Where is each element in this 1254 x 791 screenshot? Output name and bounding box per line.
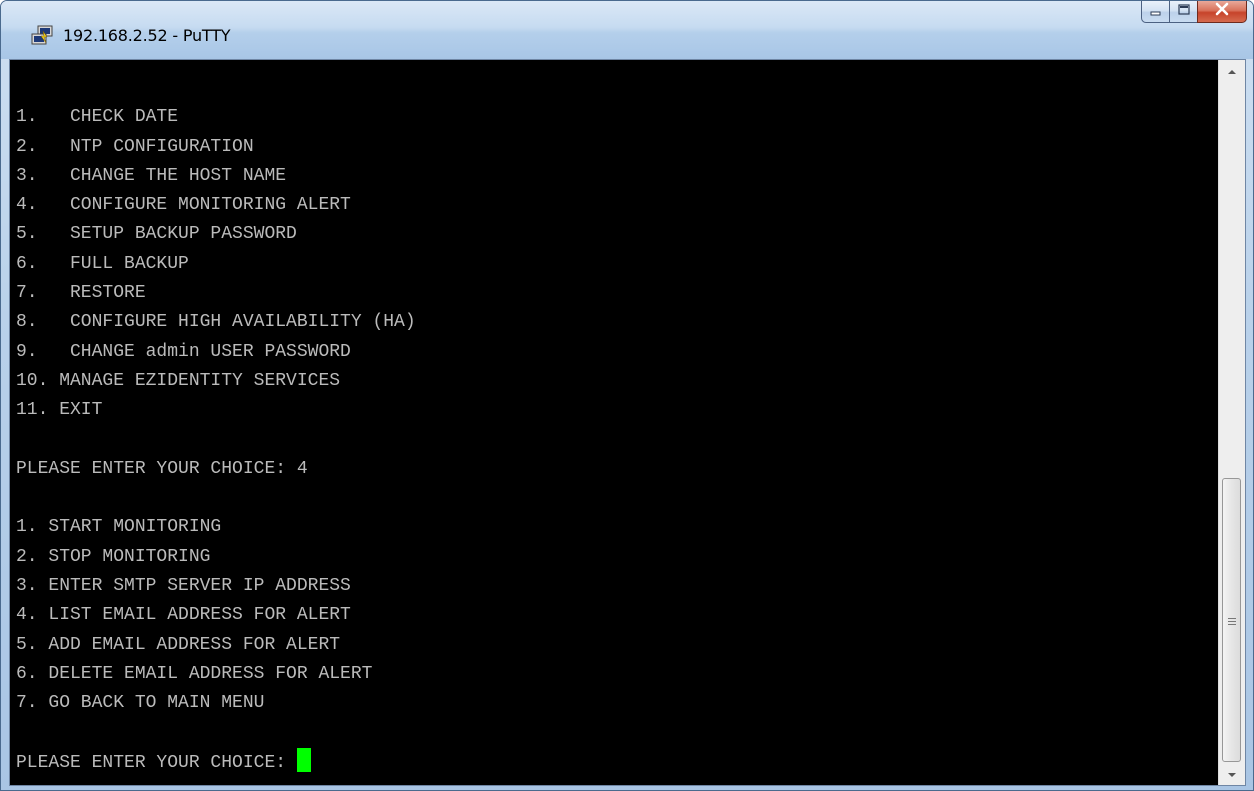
maximize-icon — [1177, 3, 1191, 21]
arrow-up-icon — [1227, 62, 1237, 80]
scroll-up-button[interactable] — [1219, 60, 1245, 82]
window-controls — [1141, 1, 1247, 25]
terminal-line: 1. START MONITORING — [16, 517, 222, 538]
terminal-line: 11. EXIT — [16, 400, 103, 421]
minimize-icon — [1149, 3, 1163, 21]
terminal-line: PLEASE ENTER YOUR CHOICE: 4 — [16, 458, 308, 479]
title-bar[interactable]: 192.168.2.52 - PuTTY — [1, 1, 1253, 59]
terminal-line: 4. CONFIGURE MONITORING ALERT — [16, 195, 351, 216]
terminal-line: 6. FULL BACKUP — [16, 253, 189, 274]
scrollbar-thumb[interactable] — [1222, 478, 1241, 762]
terminal-line: 7. GO BACK TO MAIN MENU — [16, 693, 265, 714]
terminal-line: 6. DELETE EMAIL ADDRESS FOR ALERT — [16, 663, 373, 684]
grip-icon — [1228, 614, 1236, 625]
close-icon — [1214, 2, 1230, 21]
window-title: 192.168.2.52 - PuTTY — [63, 26, 231, 45]
client-area: 1. CHECK DATE 2. NTP CONFIGURATION 3. CHAN… — [9, 59, 1246, 786]
prompt-text: PLEASE ENTER YOUR CHOICE: — [16, 752, 297, 773]
putty-window: 192.168.2.52 - PuTTY 1. CHECK DATE2. NT — [0, 0, 1254, 791]
terminal-line: 2. STOP MONITORING — [16, 546, 211, 567]
terminal-line: 8. CONFIGURE HIGH AVAILABILITY (HA) — [16, 312, 416, 333]
terminal-line: 3. CHANGE THE HOST NAME — [16, 165, 287, 186]
terminal-line: 5. SETUP BACKUP PASSWORD — [16, 224, 297, 245]
terminal-screen[interactable]: 1. CHECK DATE 2. NTP CONFIGURATION 3. CHAN… — [10, 60, 1218, 785]
arrow-down-icon — [1227, 765, 1237, 783]
terminal-line: 5. ADD EMAIL ADDRESS FOR ALERT — [16, 634, 341, 655]
scroll-down-button[interactable] — [1219, 763, 1245, 785]
vertical-scrollbar[interactable] — [1218, 60, 1245, 785]
terminal-line: 3. ENTER SMTP SERVER IP ADDRESS — [16, 576, 351, 597]
terminal-line: 2. NTP CONFIGURATION — [16, 136, 254, 157]
terminal-line: 1. CHECK DATE — [16, 107, 179, 128]
terminal-line: 9. CHANGE admin USER PASSWORD — [16, 341, 351, 362]
terminal-line: 10. MANAGE EZIDENTITY SERVICES — [16, 370, 341, 391]
terminal-line: 7. RESTORE — [16, 283, 146, 304]
close-button[interactable] — [1197, 1, 1247, 23]
terminal-output: 1. CHECK DATE 2. NTP CONFIGURATION 3. CHAN… — [16, 74, 416, 777]
maximize-button[interactable] — [1169, 1, 1197, 23]
terminal-line: 4. LIST EMAIL ADDRESS FOR ALERT — [16, 605, 351, 626]
minimize-button[interactable] — [1141, 1, 1169, 23]
text-cursor — [296, 747, 311, 772]
putty-computer-icon[interactable] — [31, 25, 55, 47]
prompt-line[interactable]: PLEASE ENTER YOUR CHOICE: — [16, 747, 416, 777]
